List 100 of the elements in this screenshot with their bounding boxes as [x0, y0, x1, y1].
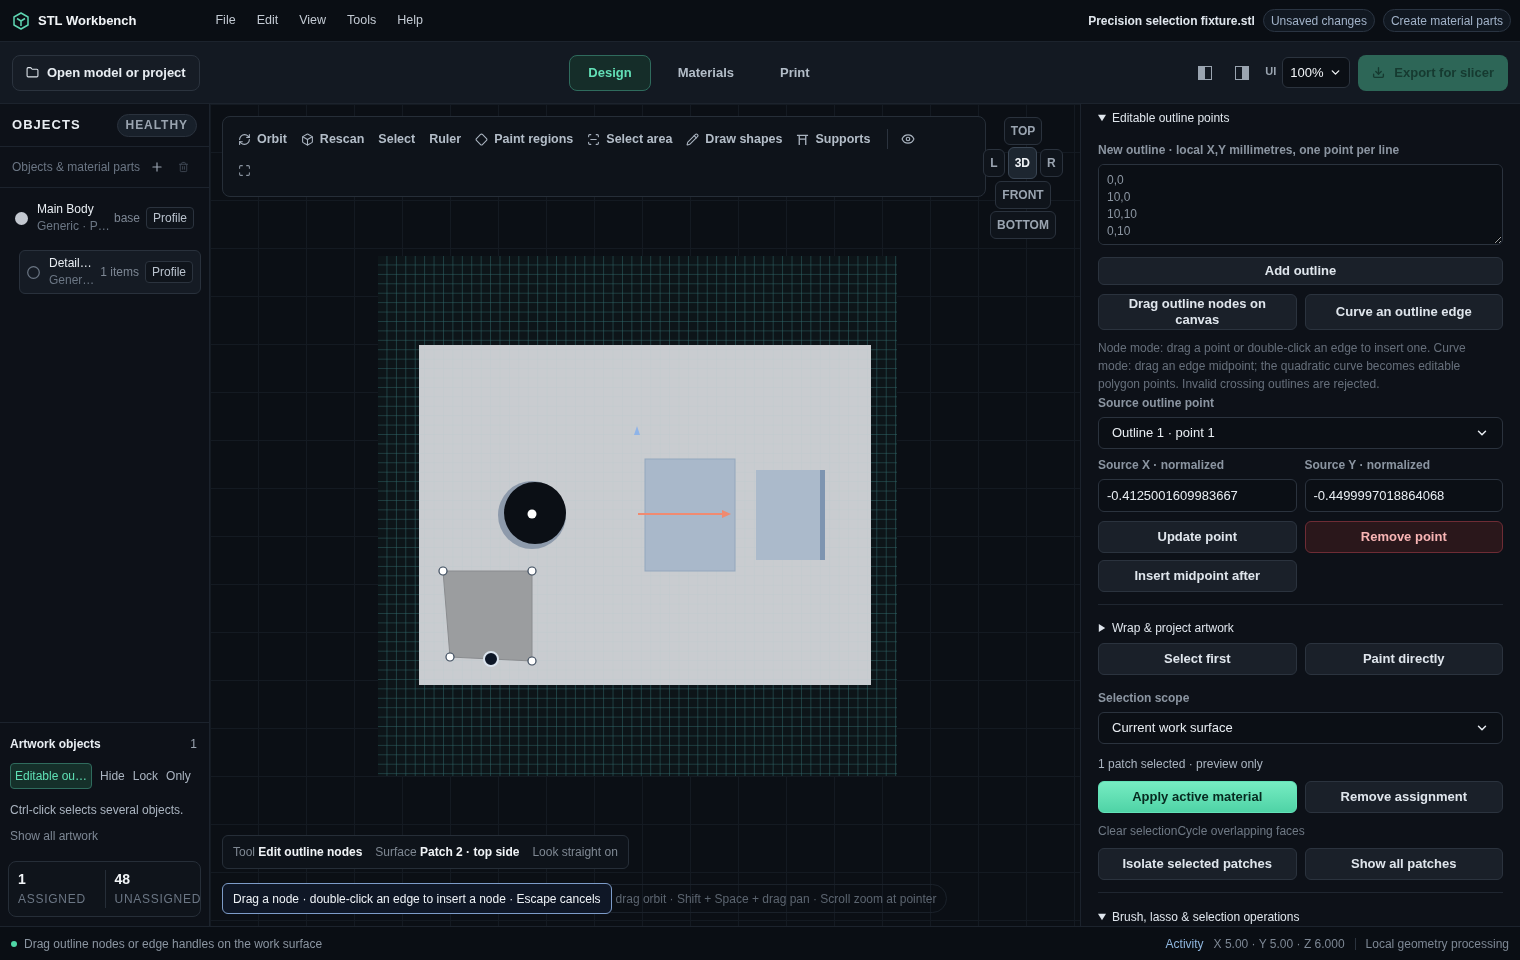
menu-item[interactable]: Help: [397, 11, 423, 30]
menu-item[interactable]: View: [299, 11, 327, 30]
profile-button[interactable]: Profile: [146, 207, 194, 229]
filled-circle-icon[interactable]: [15, 211, 28, 225]
right-panel-toggle-icon[interactable]: [1235, 65, 1250, 80]
tool-button[interactable]: Ruler: [424, 127, 467, 151]
view-button[interactable]: TOP: [1003, 117, 1043, 145]
outline-node[interactable]: [527, 566, 537, 576]
mode-tab[interactable]: Design: [569, 54, 651, 91]
section-title: Artwork objects: [10, 736, 101, 753]
stat-value: 1: [18, 870, 27, 888]
left-panel-toggle-icon[interactable]: [1198, 65, 1213, 80]
artwork-action[interactable]: Only: [166, 767, 191, 785]
object-tag: 1 items: [100, 263, 139, 281]
tool-button[interactable]: Draw shapes: [681, 127, 788, 151]
stat-label: UNASSIGNED: [114, 891, 200, 908]
tool-button[interactable]: Select area: [582, 127, 678, 151]
point-action-button[interactable]: Remove point: [1304, 521, 1503, 553]
pencil-icon: [686, 132, 700, 146]
tool-button[interactable]: Supports: [791, 127, 876, 151]
material-action-button[interactable]: Apply active material: [1098, 781, 1297, 813]
field-label: New outline · local X,Y millimetres, one point per line: [1098, 142, 1401, 159]
material-action-button[interactable]: Remove assignment: [1304, 781, 1503, 813]
eye-icon: [901, 132, 916, 146]
view-button[interactable]: R: [1040, 149, 1063, 177]
health-badge: HEALTHY: [116, 113, 197, 137]
folder-icon: [26, 66, 39, 79]
point-action-button[interactable]: Update point: [1098, 521, 1297, 553]
section-toggle[interactable]: Wrap & project artwork: [1098, 619, 1234, 637]
unsaved-badge: Unsaved changes: [1262, 9, 1375, 32]
patch-action-button[interactable]: Show all patches: [1304, 848, 1503, 880]
artwork-action[interactable]: Hide: [100, 767, 125, 785]
profile-button[interactable]: Profile: [145, 261, 193, 283]
edit-mode-button[interactable]: Drag outline nodes on canvas: [1098, 294, 1297, 330]
selection-summary: 1 patch selected · preview only: [1098, 756, 1264, 773]
hexagon-cube-logo-icon: [13, 11, 29, 30]
show-all-link[interactable]: Show all artwork: [10, 827, 99, 845]
outline-points-field[interactable]: 0,0 10,0 10,10 0,10: [1098, 164, 1503, 246]
selection-link[interactable]: Cycle overlapping faces: [1177, 822, 1305, 840]
panel-title: OBJECTS: [12, 116, 81, 135]
help-text: Node mode: drag a point or double-click an edge to insert one. Curve mode: drag an edge midpoint; the quadratic curve becomes editable polygon points. Invalid crossing outlines are rejected.: [1098, 340, 1467, 393]
tool-button[interactable]: Select: [373, 127, 421, 151]
paint-mode-button[interactable]: Paint directly: [1304, 643, 1503, 675]
table-icon: [796, 132, 810, 146]
section-toggle[interactable]: Brush, lasso & selection operations: [1098, 908, 1300, 926]
selected-outline-node[interactable]: [483, 651, 499, 667]
panel-subtitle: Objects & material parts: [12, 159, 141, 176]
outline-point-select[interactable]: Outline 1 · point 1: [1098, 417, 1503, 449]
plus-icon: [150, 160, 165, 174]
mode-tab[interactable]: Print: [761, 54, 829, 91]
menu-item[interactable]: Edit: [256, 11, 279, 30]
ui-scale-label: UI: [1265, 63, 1277, 79]
view-button[interactable]: BOTTOM: [990, 211, 1056, 239]
diamond-icon: [475, 132, 489, 146]
outline-node[interactable]: [445, 652, 455, 662]
point-action-button[interactable]: Insert midpoint after: [1098, 560, 1297, 592]
artwork-chip[interactable]: Editable ou…: [10, 763, 93, 789]
app-name: STL Workbench: [38, 11, 137, 30]
x-coordinate-field[interactable]: -0.4125001609983667: [1098, 479, 1297, 512]
y-coordinate-field[interactable]: -0.4499997018864068: [1304, 479, 1503, 512]
empty-circle-icon[interactable]: [27, 265, 40, 279]
patch-action-button[interactable]: Isolate selected patches: [1098, 848, 1297, 880]
add-outline-button[interactable]: Add outline: [1098, 257, 1503, 285]
paint-mode-button[interactable]: Select first: [1098, 643, 1297, 675]
cursor-coordinates: X 5.00 · Y 5.00 · Z 6.000: [1213, 935, 1345, 953]
stat-label: ASSIGNED: [18, 891, 87, 908]
view-info: Look straight on: [532, 844, 618, 861]
add-object-button[interactable]: [150, 160, 165, 174]
field-label: Source Y · normalized: [1304, 457, 1432, 474]
ui-scale-select[interactable]: 100%: [1282, 57, 1351, 88]
status-dot-icon: [11, 940, 17, 947]
open-button[interactable]: Open model or project: [12, 54, 200, 91]
tool-button[interactable]: Orbit: [233, 127, 292, 151]
view-button[interactable]: FRONT: [995, 181, 1051, 209]
edit-mode-button[interactable]: Curve an outline edge: [1304, 294, 1503, 330]
object-name: Main Body: [37, 201, 95, 218]
artwork-count: 1: [190, 736, 197, 753]
menu-item[interactable]: Tools: [347, 11, 377, 30]
selection-link[interactable]: Clear selection: [1098, 822, 1178, 840]
visibility-button[interactable]: [900, 131, 917, 147]
outline-node[interactable]: [527, 656, 537, 666]
download-icon: [1372, 66, 1386, 79]
view-button[interactable]: L: [983, 149, 1005, 177]
create-parts-button[interactable]: Create material parts: [1382, 9, 1511, 32]
tool-info: Tool Edit outline nodes: [233, 844, 363, 861]
rotate-arrows-icon: [238, 132, 251, 146]
selection-scope-select[interactable]: Current work surface: [1098, 712, 1503, 744]
fullscreen-button[interactable]: [237, 163, 251, 177]
tool-button[interactable]: Rescan: [295, 127, 370, 151]
viewport[interactable]: [210, 104, 1080, 926]
menu-item[interactable]: File: [215, 11, 236, 30]
tool-button[interactable]: Paint regions: [470, 127, 579, 151]
hint-text: Ctrl-click selects several objects.: [10, 802, 185, 819]
section-toggle[interactable]: Editable outline points: [1098, 109, 1503, 127]
status-message: Drag outline nodes or edge handles on the work surface: [24, 935, 323, 953]
mode-tab[interactable]: Materials: [658, 54, 754, 91]
view-button[interactable]: 3D: [1007, 147, 1037, 179]
outline-node[interactable]: [438, 566, 448, 576]
activity-link[interactable]: Activity: [1165, 934, 1204, 953]
artwork-action[interactable]: Lock: [132, 767, 159, 785]
